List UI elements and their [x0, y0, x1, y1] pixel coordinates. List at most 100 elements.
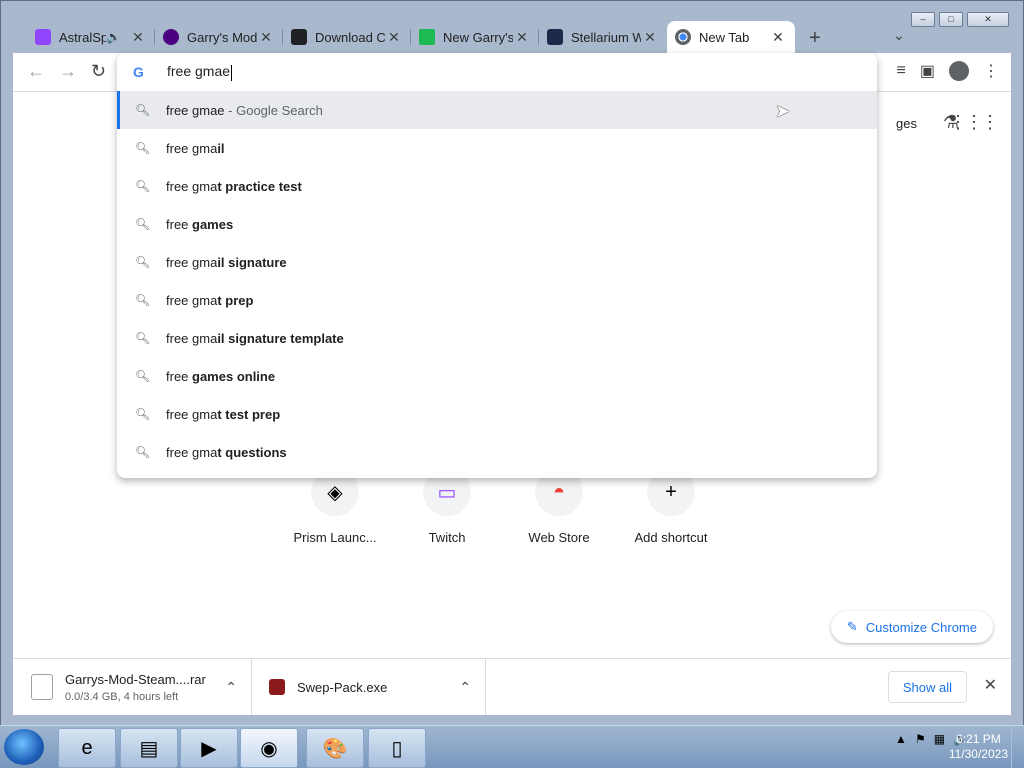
suggestion-prefix: free gma: [166, 444, 218, 460]
twitch-icon: [35, 29, 51, 45]
action-center-icon[interactable]: ⚑: [915, 732, 926, 746]
suggestion-item[interactable]: 🔍︎ free gmat test prep: [117, 395, 877, 433]
suggestion-item[interactable]: 🔍︎ free gmat prep: [117, 281, 877, 319]
download-item[interactable]: Swep-Pack.exe ⌃: [251, 659, 486, 715]
suggestion-prefix: free gma: [166, 330, 218, 346]
system-clock[interactable]: 6:21 PM 11/30/2023: [949, 732, 1008, 762]
speaker-icon[interactable]: 🔈: [106, 30, 121, 44]
paint-icon[interactable]: 🎨: [306, 728, 364, 768]
back-icon[interactable]: ←: [27, 61, 45, 82]
suggestion-item[interactable]: 🔍︎ free gmail: [117, 129, 877, 167]
suggestion-text: free gmae - Google Search: [166, 103, 323, 118]
tab-new-tab[interactable]: New Tab ✕: [667, 21, 795, 53]
close-tab-icon[interactable]: ✕: [769, 29, 787, 46]
customize-label: Customize Chrome: [865, 619, 977, 635]
suggestion-text: free gmail signature: [166, 255, 287, 270]
reading-list-icon[interactable]: ≡: [897, 62, 906, 80]
network-icon[interactable]: ▦: [934, 732, 945, 746]
minimize-button[interactable]: –: [911, 12, 935, 27]
winrar-icon: [269, 679, 285, 695]
show-all-button[interactable]: Show all: [887, 671, 967, 703]
tab-download[interactable]: Download C ✕: [283, 21, 411, 53]
close-tab-icon[interactable]: ✕: [129, 29, 147, 46]
suggestion-prefix: free gma: [166, 292, 218, 308]
tab-search-button[interactable]: ⌄: [893, 27, 905, 44]
suggestion-item[interactable]: 🔍︎ free gmat practice test: [117, 167, 877, 205]
notepad-icon[interactable]: ▯: [368, 728, 426, 768]
toolbar-actions: ≡ ▣ ⋮: [897, 61, 999, 81]
menu-icon[interactable]: ⋮: [983, 61, 999, 81]
omnibox-input[interactable]: G free gmae: [117, 53, 877, 91]
close-window-button[interactable]: ✕: [967, 12, 1009, 27]
close-tab-icon[interactable]: ✕: [641, 29, 659, 46]
chevron-up-icon[interactable]: ⌃: [459, 679, 471, 696]
search-icon: 🔍︎: [135, 179, 151, 193]
suggestion-completion: t questions: [217, 444, 287, 460]
forward-icon[interactable]: →: [59, 61, 77, 82]
close-tab-icon[interactable]: ✕: [385, 29, 403, 46]
suggestion-item[interactable]: 🔍︎ free gmae - Google Search: [117, 91, 877, 129]
chevron-up-icon[interactable]: ⌃: [225, 679, 237, 696]
start-button[interactable]: [4, 729, 44, 765]
images-link[interactable]: ges: [896, 116, 917, 131]
suggestion-text: free gmat prep: [166, 293, 253, 308]
garrysmod-icon: [163, 29, 179, 45]
search-icon: 🔍︎: [135, 255, 151, 269]
download-item[interactable]: Garrys-Mod-Steam....rar 0.0/3.4 GB, 4 ho…: [13, 659, 252, 715]
chrome-taskbar-icon[interactable]: ◉: [240, 728, 298, 768]
download-shelf: Garrys-Mod-Steam....rar 0.0/3.4 GB, 4 ho…: [13, 658, 1011, 715]
close-tab-icon[interactable]: ✕: [513, 29, 531, 46]
profile-avatar[interactable]: [949, 61, 969, 81]
pencil-icon: ✎: [846, 619, 858, 634]
chrome-window: – □ ✕ AstralSpace 🔈 ✕ Garry's Mod ✕ Down…: [0, 0, 1024, 726]
suggestion-prefix: free gma: [166, 254, 218, 270]
omnibox-value: free gmae: [167, 63, 231, 80]
tray-expand-icon[interactable]: ▲: [895, 732, 907, 746]
suggestion-text: free gmail: [166, 141, 225, 156]
search-icon: 🔍︎: [135, 217, 151, 231]
new-tab-button[interactable]: +: [809, 27, 821, 50]
suggestion-item[interactable]: 🔍︎ free games online: [117, 357, 877, 395]
close-shelf-icon[interactable]: ✕: [984, 675, 997, 695]
search-icon: 🔍︎: [135, 445, 151, 459]
suggestion-item[interactable]: 🔍︎ free gmail signature template: [117, 319, 877, 357]
tab-stellarium[interactable]: Stellarium W ✕: [539, 21, 667, 53]
explorer-icon[interactable]: ▤: [120, 728, 178, 768]
suggestion-completion: t test prep: [217, 406, 281, 422]
suggestion-prefix: free gma: [166, 178, 218, 194]
tab-astralspace[interactable]: AstralSpace 🔈 ✕: [27, 21, 155, 53]
suggestion-item[interactable]: 🔍︎ free games: [117, 205, 877, 243]
suggestion-completion: il: [217, 140, 225, 156]
suggestion-text: free games online: [166, 369, 275, 384]
tab-garrys-mod[interactable]: Garry's Mod ✕: [155, 21, 283, 53]
suggestion-item[interactable]: 🔍︎ free gmail signature: [117, 243, 877, 281]
suggestion-list: 🔍︎ free gmae - Google Search 🔍︎ free gmail 🔍…: [117, 91, 877, 471]
tab-title: Stellarium W: [571, 29, 641, 45]
tab-title: Garry's Mod: [187, 29, 257, 45]
tab-new-garrys[interactable]: New Garry's ✕: [411, 21, 539, 53]
shortcut-prism[interactable]: ◈ Prism Launc...: [289, 468, 381, 545]
omnibox-text[interactable]: free gmae: [167, 63, 233, 81]
suggestion-completion: games online: [192, 368, 276, 384]
suggestion-completion: il signature: [217, 254, 287, 270]
suggestion-item[interactable]: 🔍︎ free gmat questions: [117, 433, 877, 471]
suggestion-completion: il signature template: [217, 330, 344, 346]
ie-icon[interactable]: e: [58, 728, 116, 768]
suggestion-text: free gmat test prep: [166, 407, 280, 422]
file-icon: [31, 674, 53, 700]
shortcut-webstore[interactable]: ◓ Web Store: [513, 468, 605, 545]
stellarium-icon: [547, 29, 563, 45]
show-desktop-button[interactable]: [1011, 726, 1024, 768]
reload-icon[interactable]: ↻: [91, 61, 106, 82]
download-status: 0.0/3.4 GB, 4 hours left: [65, 690, 179, 703]
media-player-icon[interactable]: ▶: [180, 728, 238, 768]
maximize-button[interactable]: □: [939, 12, 963, 27]
apps-grid-icon[interactable]: ⋮⋮⋮: [949, 112, 999, 133]
side-panel-icon[interactable]: ▣: [920, 61, 935, 81]
close-tab-icon[interactable]: ✕: [257, 29, 275, 46]
suggestion-prefix: free: [166, 368, 193, 384]
shortcut-twitch[interactable]: ▭ Twitch: [401, 468, 493, 545]
customize-chrome-button[interactable]: ✎ Customize Chrome: [830, 611, 993, 643]
text-caret: [231, 64, 233, 81]
shortcut-add[interactable]: + Add shortcut: [625, 468, 717, 545]
